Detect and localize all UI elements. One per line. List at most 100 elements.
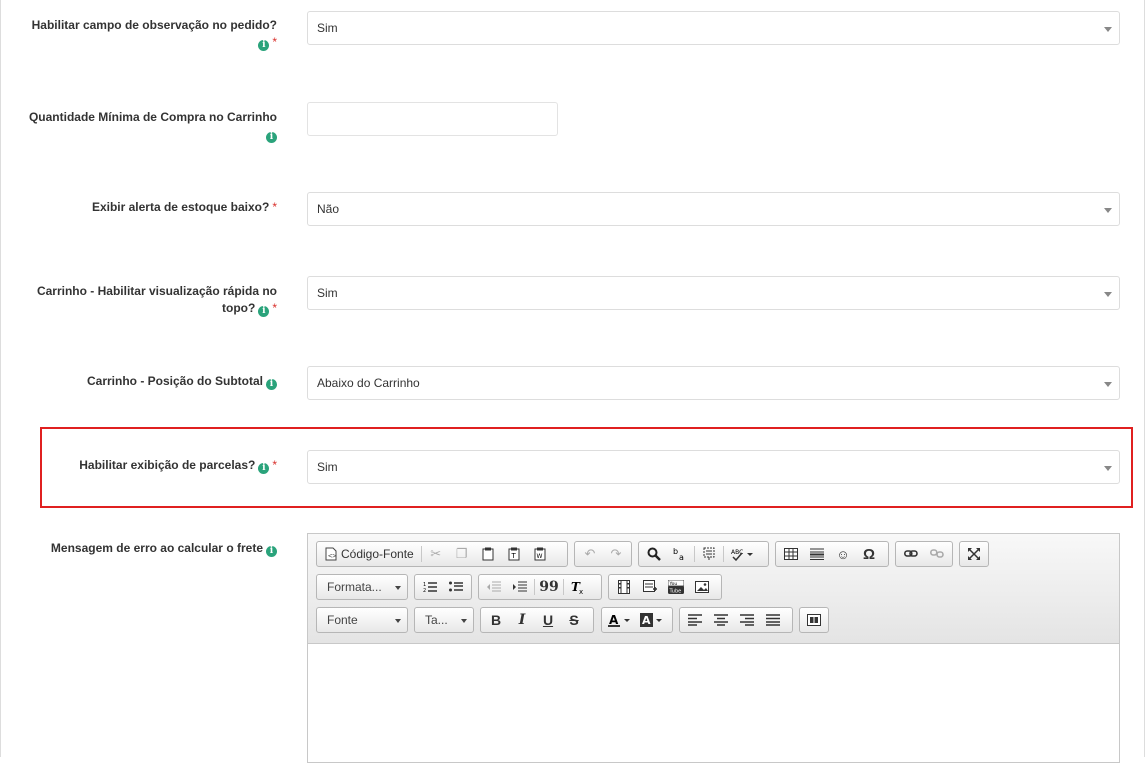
indent-icon[interactable] xyxy=(507,576,533,598)
svg-text:Tube: Tube xyxy=(669,589,682,595)
align-right-icon[interactable] xyxy=(734,609,760,631)
svg-text:A: A xyxy=(642,614,651,627)
flash-icon[interactable] xyxy=(611,576,637,598)
svg-text:x: x xyxy=(579,588,583,594)
svg-text:T: T xyxy=(510,552,516,560)
align-justify-icon[interactable] xyxy=(760,609,786,631)
select-visualizacao-rapida[interactable]: Sim xyxy=(307,276,1120,310)
undo-icon[interactable]: ↶ xyxy=(577,543,603,565)
horizontal-rule-icon[interactable] xyxy=(804,543,830,565)
svg-text:b: b xyxy=(673,547,678,556)
label-observacao: Habilitar campo de observação no pedido?… xyxy=(32,17,277,51)
link-icon[interactable] xyxy=(898,543,924,565)
select-alerta-estoque[interactable]: Não xyxy=(307,192,1120,226)
image-icon[interactable] xyxy=(689,576,715,598)
smiley-icon[interactable]: ☺ xyxy=(830,543,856,565)
toolbar-group-undo: ↶ ↷ xyxy=(574,541,632,567)
bold-button[interactable]: B xyxy=(483,609,509,631)
select-observacao[interactable]: Sim xyxy=(307,11,1120,45)
toolbar-group-colors: A A xyxy=(601,607,673,633)
info-icon[interactable]: i xyxy=(266,546,277,557)
label-text: Exibir alerta de estoque baixo? xyxy=(91,200,270,214)
cut-icon[interactable]: ✂ xyxy=(423,543,449,565)
info-icon[interactable]: i xyxy=(266,132,277,143)
select-value: Sim xyxy=(317,21,338,35)
select-exibicao-parcelas[interactable]: Sim xyxy=(307,450,1120,484)
numbered-list-icon[interactable]: 12 xyxy=(417,576,443,598)
paste-word-icon[interactable]: W xyxy=(527,543,553,565)
editor-toolbar: <> Código-Fonte ✂ ❐ T W ↶ ↷ ba ABC ☺ Ω F… xyxy=(308,534,1119,644)
required-asterisk: * xyxy=(272,200,277,214)
select-value: Não xyxy=(317,202,340,216)
toolbar-group-link xyxy=(895,541,953,567)
format-label: Formata... xyxy=(327,580,382,594)
chevron-down-icon xyxy=(1104,466,1112,471)
align-center-icon[interactable] xyxy=(708,609,734,631)
select-posicao-subtotal[interactable]: Abaixo do Carrinho xyxy=(307,366,1120,400)
table-icon[interactable] xyxy=(778,543,804,565)
editor-content-area[interactable] xyxy=(308,644,1119,762)
font-dropdown[interactable]: Fonte xyxy=(316,607,408,633)
chevron-down-icon xyxy=(395,619,401,623)
blockquote-icon[interactable]: 99 xyxy=(536,576,562,598)
label-text: Mensagem de erro ao calcular o frete xyxy=(50,541,263,555)
size-label: Ta... xyxy=(425,613,448,627)
search-icon[interactable] xyxy=(641,543,667,565)
chevron-down-icon xyxy=(1104,292,1112,297)
info-icon[interactable]: i xyxy=(258,463,270,474)
background-color-icon[interactable]: A xyxy=(636,609,668,631)
svg-text:W: W xyxy=(536,553,542,560)
separator xyxy=(723,546,724,562)
select-all-icon[interactable] xyxy=(696,543,722,565)
info-icon[interactable]: i xyxy=(258,40,270,51)
label-text: Habilitar exibição de parcelas? xyxy=(79,458,256,472)
align-left-icon[interactable] xyxy=(682,609,708,631)
italic-button[interactable]: I xyxy=(509,609,535,631)
label-quantidade-minima: Quantidade Mínima de Compra no Carrinho … xyxy=(29,109,277,143)
label-text: Habilitar campo de observação no pedido? xyxy=(31,18,277,32)
spellcheck-icon[interactable]: ABC xyxy=(725,543,759,565)
separator xyxy=(694,546,695,562)
label-text: Quantidade Mínima de Compra no Carrinho xyxy=(28,110,277,124)
svg-text:<>: <> xyxy=(328,552,336,560)
unlink-icon[interactable] xyxy=(924,543,950,565)
label-text-line2: topo? xyxy=(222,301,256,315)
format-dropdown[interactable]: Formata... xyxy=(316,574,408,600)
font-label: Fonte xyxy=(327,613,358,627)
toolbar-group-blocks xyxy=(799,607,829,633)
info-icon[interactable]: i xyxy=(258,306,270,317)
info-icon[interactable]: i xyxy=(266,379,277,390)
bullet-list-icon[interactable] xyxy=(443,576,469,598)
redo-icon[interactable]: ↷ xyxy=(603,543,629,565)
iframe-icon[interactable] xyxy=(637,576,663,598)
special-char-icon[interactable]: Ω xyxy=(856,543,882,565)
outdent-icon[interactable] xyxy=(481,576,507,598)
required-asterisk: * xyxy=(272,35,277,49)
paste-icon[interactable] xyxy=(475,543,501,565)
text-color-icon[interactable]: A xyxy=(604,609,636,631)
chevron-down-icon xyxy=(395,586,401,590)
youtube-icon[interactable]: You Tube xyxy=(663,576,689,598)
separator xyxy=(563,579,564,595)
svg-text:a: a xyxy=(679,553,684,561)
strikethrough-button[interactable]: S xyxy=(561,609,587,631)
separator xyxy=(534,579,535,595)
toolbar-group-basic-styles: B I U S xyxy=(480,607,594,633)
toolbar-group-maximize xyxy=(959,541,989,567)
quantidade-minima-input[interactable] xyxy=(307,102,558,136)
show-blocks-icon[interactable] xyxy=(802,609,826,631)
chevron-down-icon xyxy=(461,619,467,623)
size-dropdown[interactable]: Ta... xyxy=(414,607,474,633)
svg-text:A: A xyxy=(609,613,619,627)
maximize-icon[interactable] xyxy=(962,543,986,565)
label-visualizacao-rapida: Carrinho - Habilitar visualização rápida… xyxy=(37,283,277,317)
paste-text-icon[interactable]: T xyxy=(501,543,527,565)
source-button[interactable]: <> Código-Fonte xyxy=(319,547,420,561)
copy-icon[interactable]: ❐ xyxy=(449,543,475,565)
toolbar-group-align xyxy=(679,607,793,633)
toolbar-group-lists: 12 xyxy=(414,574,472,600)
remove-format-icon[interactable]: Tx xyxy=(565,576,591,598)
underline-button[interactable]: U xyxy=(535,609,561,631)
replace-icon[interactable]: ba xyxy=(667,543,693,565)
label-exibicao-parcelas: Habilitar exibição de parcelas? i * xyxy=(79,457,277,474)
